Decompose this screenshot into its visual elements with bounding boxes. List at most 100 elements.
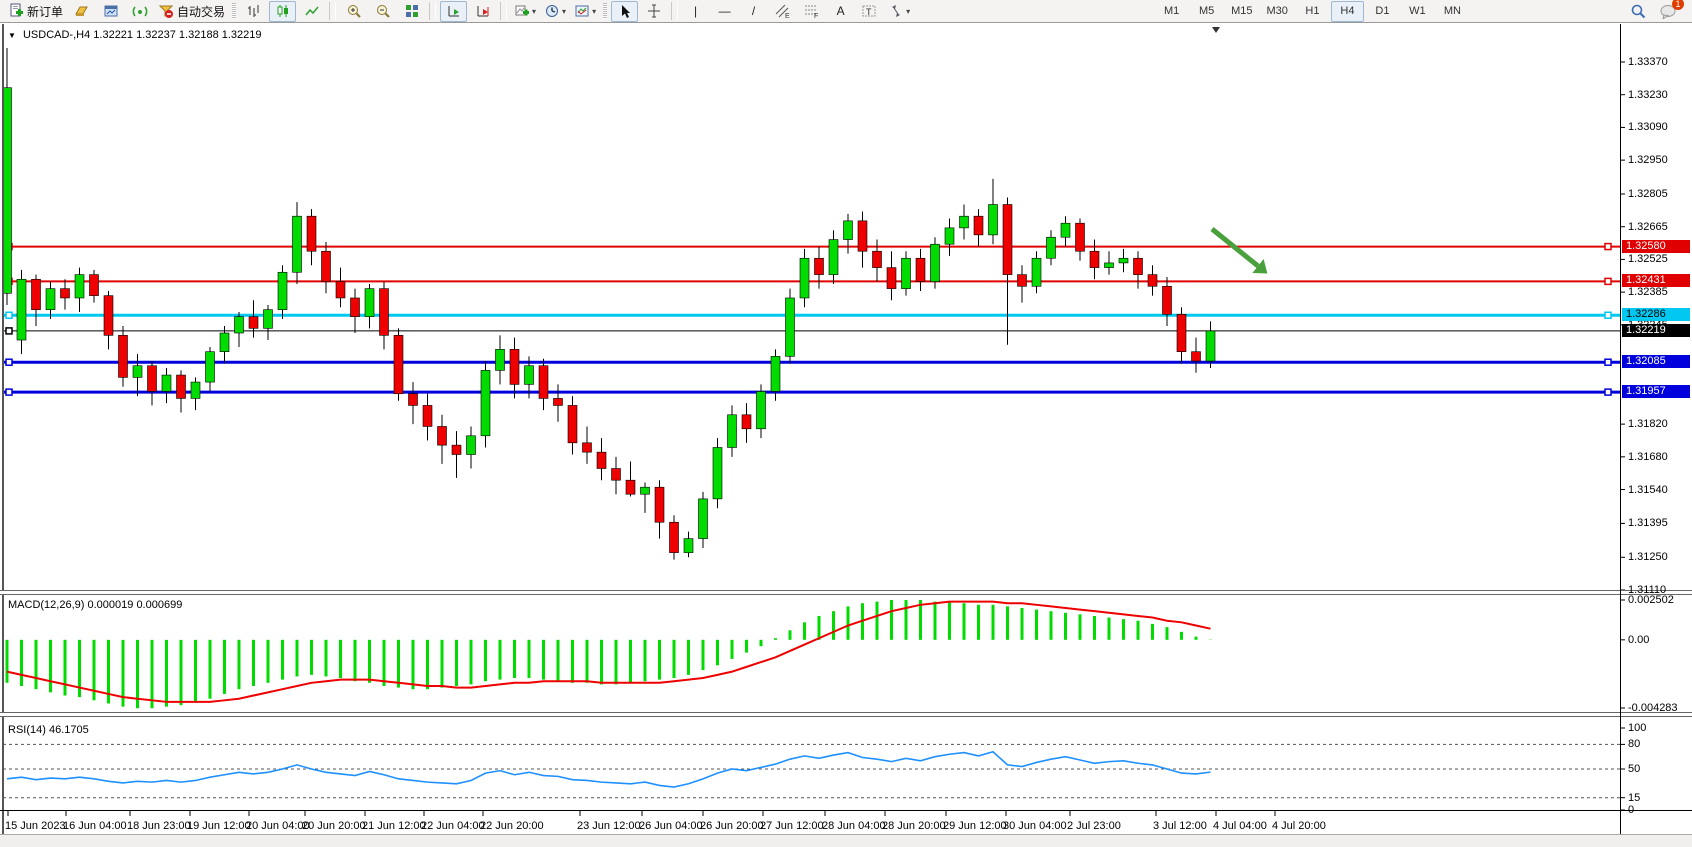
text-icon: A [837,4,845,18]
horizontal-line-icon: — [719,4,731,18]
macd-tick-label: 0.002502 [1628,594,1674,606]
price-tick-label: 1.31540 [1628,484,1668,496]
vertical-line-button[interactable]: | [682,1,709,22]
bar-chart-button[interactable] [240,1,267,22]
svg-text:T: T [866,7,872,17]
timeframe-button-h1[interactable]: H1 [1296,1,1329,22]
zoom-in-icon [346,3,362,19]
time-tick-label: 23 Jun 12:00 [577,820,641,832]
price-tick-label: 1.32950 [1628,154,1668,166]
equidistant-channel-icon: E [774,3,791,19]
macd-indicator-label: MACD(12,26,9) 0.000019 0.000699 [8,599,182,611]
time-tick-label: 26 Jun 20:00 [700,820,764,832]
timeframe-button-m30[interactable]: M30 [1261,1,1294,22]
rsi-tick-label: 80 [1628,738,1640,750]
time-tick-label: 18 Jun 23:00 [127,820,191,832]
pane-separator[interactable] [0,712,1692,717]
time-tick-label: 2 Jul 23:00 [1067,820,1121,832]
timeframe-button-mn[interactable]: MN [1436,1,1469,22]
candlestick-chart-icon [275,3,291,19]
price-tick-label: 1.32805 [1628,188,1668,200]
auto-scroll-icon [446,3,462,19]
timeframe-button-d1[interactable]: D1 [1366,1,1399,22]
equidistant-channel-button[interactable]: E [769,1,796,22]
toolbar-separator [500,2,507,20]
toolbar-separator [329,2,336,20]
cursor-button[interactable] [611,1,638,22]
rsi-indicator-label: RSI(14) 46.1705 [8,724,89,736]
price-tick-label: 1.32665 [1628,221,1668,233]
toolbar-separator [671,2,678,20]
rsi-value: 46.1705 [49,724,89,736]
price-tick-label: 1.33090 [1628,121,1668,133]
horizontal-line-button[interactable]: — [711,1,738,22]
price-tick-label: 1.31395 [1628,517,1668,529]
chevron-down-icon: ▾ [592,7,596,16]
time-tick-label: 28 Jun 04:00 [822,820,886,832]
timeframe-button-w1[interactable]: W1 [1401,1,1434,22]
templates-icon [574,3,590,19]
chart-shift-icon [475,3,491,19]
autotrading-button[interactable]: 自动交易 [155,1,228,22]
search-icon [1630,3,1647,20]
chart-window[interactable]: ▼ USDCAD-,H4 1.32221 1.32237 1.32188 1.3… [0,24,1692,847]
new-chart-button[interactable] [97,1,124,22]
window-bottom-strip [0,834,1692,847]
autotrading-icon [158,3,174,19]
chat-button[interactable]: 1 [1654,1,1681,22]
one-click-trading-icon[interactable]: ▼ [8,31,16,40]
chart-plot[interactable] [0,24,1692,847]
price-axis-line [1620,24,1621,834]
rsi-tick-label: 0 [1628,804,1634,816]
pane-separator[interactable] [0,590,1692,595]
crosshair-button[interactable] [640,1,667,22]
macd-value-2: 0.000699 [136,599,182,611]
time-tick-label: 20 Jun 04:00 [246,820,310,832]
fibonacci-icon: F [803,3,820,19]
fibonacci-button[interactable]: F [798,1,825,22]
svg-text:E: E [785,13,790,19]
timeframe-button-m15[interactable]: M15 [1225,1,1258,22]
price-tick-label: 1.32385 [1628,286,1668,298]
chart-shift-button[interactable] [469,1,496,22]
templates-button[interactable]: ▾ [571,1,599,22]
signals-icon [132,3,148,19]
price-line-badge: 1.32580 [1622,240,1690,253]
timeframe-button-m1[interactable]: M1 [1155,1,1188,22]
text-button[interactable]: A [827,1,854,22]
auto-scroll-button[interactable] [440,1,467,22]
indicators-button[interactable]: ▾ [511,1,539,22]
time-tick-label: 22 Jun 04:00 [421,820,485,832]
profiles-button[interactable] [68,1,95,22]
line-chart-button[interactable] [298,1,325,22]
time-tick-label: 22 Jun 20:00 [480,820,544,832]
chart-symbol-period: USDCAD-,H4 [23,29,90,41]
signals-button[interactable] [126,1,153,22]
search-button[interactable] [1625,1,1652,22]
trendline-button[interactable]: / [740,1,767,22]
candlestick-chart-button[interactable] [269,1,296,22]
new-order-button[interactable]: 新订单 [5,1,66,22]
timeframe-button-m5[interactable]: M5 [1190,1,1223,22]
tile-windows-icon [404,3,420,19]
rsi-tick-label: 15 [1628,792,1640,804]
cursor-icon [618,4,632,19]
zoom-in-button[interactable] [340,1,367,22]
text-label-button[interactable]: T [856,1,883,22]
arrows-button[interactable]: ▾ [885,1,913,22]
price-line-badge: 1.32431 [1622,274,1690,287]
periods-button[interactable]: ▾ [541,1,569,22]
tile-windows-button[interactable] [398,1,425,22]
chat-badge: 1 [1672,0,1684,10]
vertical-line-icon: | [694,4,697,18]
macd-tick-label: 0.00 [1628,634,1649,646]
zoom-out-button[interactable] [369,1,396,22]
time-tick-label: 26 Jun 04:00 [639,820,703,832]
timeframe-button-h4[interactable]: H4 [1331,1,1364,22]
time-tick-label: 4 Jul 04:00 [1213,820,1267,832]
price-tick-label: 1.31820 [1628,418,1668,430]
toolbar: 新订单 自动交易 [0,0,1692,23]
time-tick-label: 27 Jun 12:00 [760,820,824,832]
chevron-down-icon: ▾ [906,7,910,16]
toolbar-right: 1 [1624,1,1682,22]
